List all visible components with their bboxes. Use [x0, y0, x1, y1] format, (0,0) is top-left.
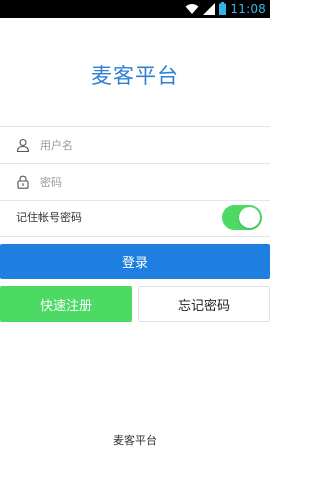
- battery-icon: [219, 0, 227, 19]
- username-input[interactable]: [40, 138, 240, 152]
- remember-toggle[interactable]: [222, 205, 262, 230]
- user-icon: [16, 138, 30, 152]
- remember-label: 记住帐号密码: [16, 211, 82, 224]
- forgot-password-button[interactable]: 忘记密码: [138, 286, 270, 322]
- login-button[interactable]: 登录: [0, 244, 270, 279]
- signal-icon: [203, 0, 216, 19]
- username-row: [0, 127, 270, 163]
- footer-text: 麦客平台: [113, 434, 157, 447]
- status-indicators: 11:08: [185, 0, 266, 18]
- status-bar: 11:08: [0, 0, 270, 18]
- password-input[interactable]: [40, 175, 240, 189]
- password-row: [0, 164, 270, 200]
- toggle-knob: [239, 207, 260, 228]
- register-button[interactable]: 快速注册: [0, 286, 132, 322]
- app-title: 麦客平台: [91, 64, 179, 88]
- divider: [0, 236, 270, 237]
- wifi-icon: [185, 0, 199, 19]
- divider: [0, 200, 270, 201]
- lock-icon: [16, 175, 30, 189]
- status-time: 11:08: [230, 2, 266, 16]
